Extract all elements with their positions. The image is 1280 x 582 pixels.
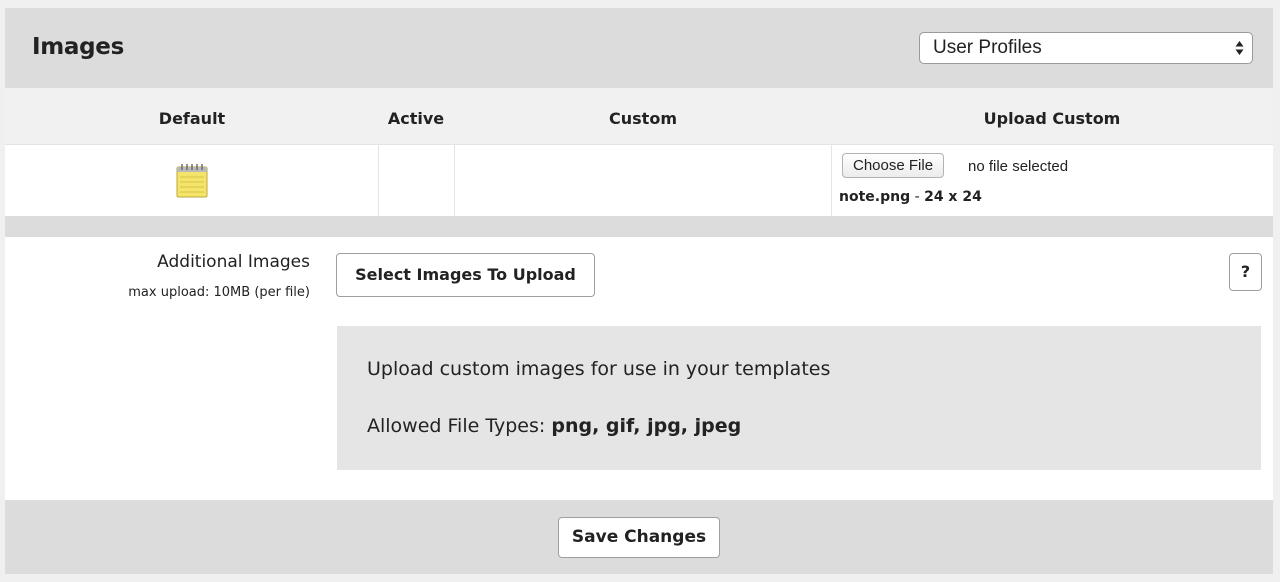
panel-footer: Save Changes bbox=[5, 500, 1273, 574]
file-name: note.png bbox=[839, 189, 911, 205]
no-file-text: no file selected bbox=[968, 158, 1069, 175]
panel-header: Images User Profiles bbox=[5, 8, 1273, 88]
file-info: note.png - 24 x 24 bbox=[839, 189, 982, 205]
section-separator bbox=[5, 216, 1273, 237]
column-custom: Custom bbox=[609, 109, 677, 128]
table-header: Default Active Custom Upload Custom bbox=[5, 88, 1273, 144]
help-button[interactable]: ? bbox=[1229, 253, 1262, 291]
allowed-types: png, gif, jpg, jpeg bbox=[551, 415, 742, 437]
page-title: Images bbox=[32, 34, 124, 60]
save-changes-button[interactable]: Save Changes bbox=[558, 517, 720, 558]
choose-file-button[interactable]: Choose File bbox=[842, 153, 945, 178]
select-arrows-icon bbox=[1232, 39, 1247, 57]
column-divider bbox=[831, 145, 832, 217]
info-box: Upload custom images for use in your tem… bbox=[337, 326, 1261, 470]
allowed-file-types: Allowed File Types: png, gif, jpg, jpeg bbox=[367, 415, 741, 437]
allowed-label: Allowed File Types: bbox=[367, 415, 546, 437]
table-row: Choose File no file selected note.png - … bbox=[5, 144, 1273, 217]
images-panel: Images User Profiles Default Active Cust… bbox=[5, 8, 1273, 574]
column-active: Active bbox=[387, 109, 445, 128]
column-default: Default bbox=[158, 109, 226, 128]
file-size: 24 x 24 bbox=[924, 189, 982, 205]
category-select-value: User Profiles bbox=[933, 37, 1042, 58]
column-upload-custom: Upload Custom bbox=[983, 109, 1121, 128]
max-upload-note: max upload: 10MB (per file) bbox=[128, 285, 310, 300]
column-divider bbox=[454, 145, 455, 217]
column-divider bbox=[378, 145, 379, 217]
file-info-dash: - bbox=[914, 189, 920, 205]
note-icon bbox=[175, 162, 209, 198]
info-description: Upload custom images for use in your tem… bbox=[367, 358, 831, 380]
additional-images-label: Additional Images bbox=[157, 252, 310, 272]
category-select[interactable]: User Profiles bbox=[919, 32, 1253, 64]
select-images-button[interactable]: Select Images To Upload bbox=[336, 253, 595, 297]
